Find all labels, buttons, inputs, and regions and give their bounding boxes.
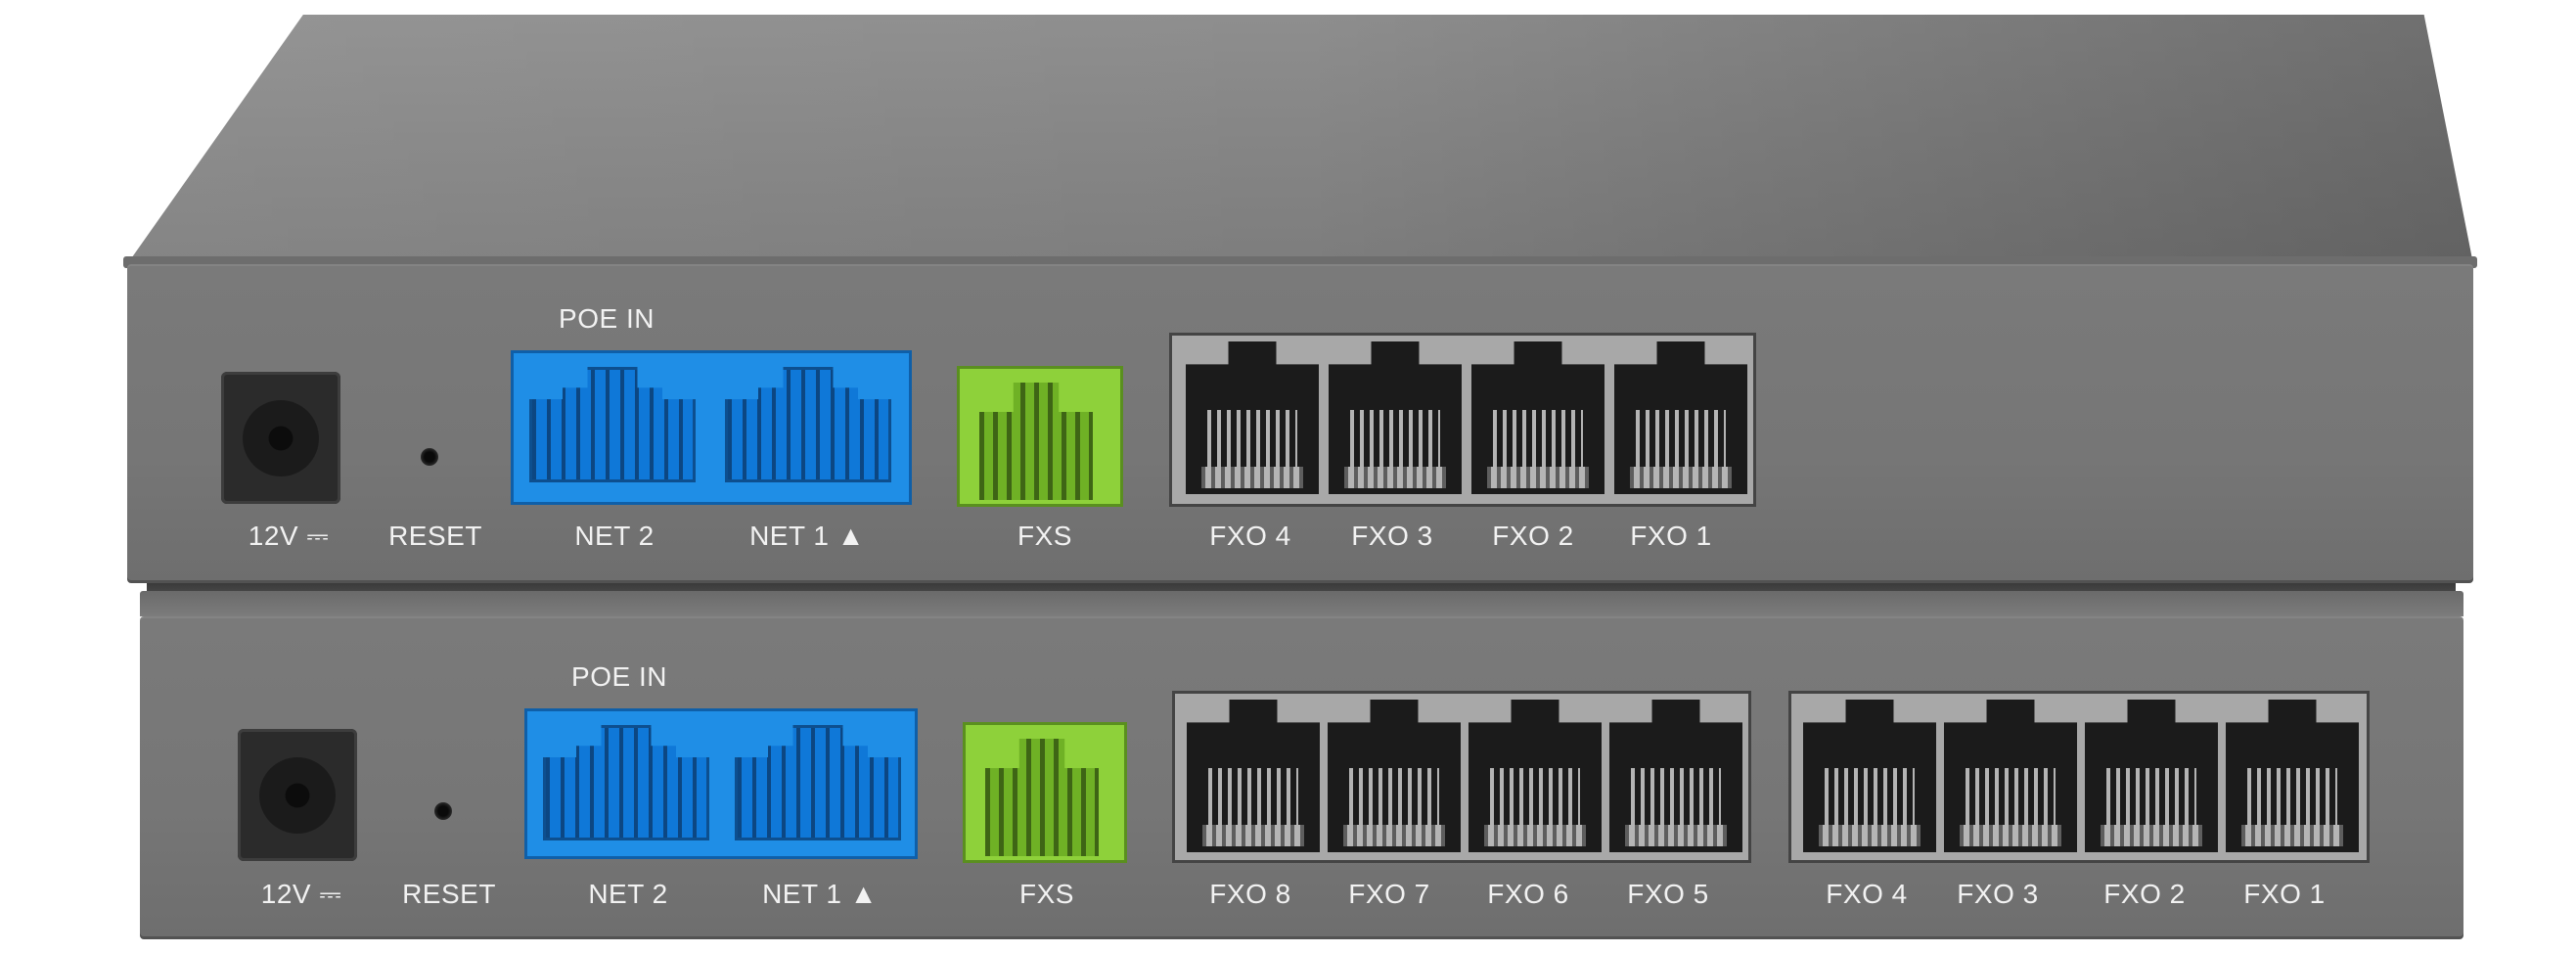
top-fxo2-port	[1471, 341, 1604, 494]
bottom-fxo6-port	[1469, 700, 1602, 852]
top-poe-label: POE IN	[559, 303, 655, 334]
bottom-lan-port-block	[524, 708, 918, 859]
top-net2-label: NET 2	[574, 521, 655, 551]
bottom-fxo3-port	[1944, 700, 2077, 852]
bottom-fxo6-label: FXO 6	[1487, 879, 1569, 909]
bottom-fxo2-label: FXO 2	[2103, 879, 2186, 909]
bottom-net2-label: NET 2	[588, 879, 668, 909]
top-fxo3-port	[1329, 341, 1462, 494]
bottom-net1-label: NET 1 ▲	[762, 879, 878, 909]
top-fxs-socket	[979, 383, 1093, 500]
top-reset-hole	[421, 448, 438, 466]
bottom-fxo2-port	[2085, 700, 2218, 852]
top-fxs-port	[957, 366, 1123, 507]
top-unit-lid	[127, 15, 2473, 264]
bottom-fxo-port-block-b	[1788, 691, 2370, 863]
bottom-reset-label: RESET	[402, 879, 496, 909]
bottom-reset-hole	[434, 802, 452, 820]
top-fxo4-label: FXO 4	[1209, 521, 1291, 551]
bottom-unit-lid	[140, 591, 2463, 616]
bottom-fxo4-label: FXO 4	[1826, 879, 1908, 909]
top-fxo3-label: FXO 3	[1351, 521, 1433, 551]
top-lan-port-block	[511, 350, 912, 505]
product-photo: 12V ⎓ RESET POE IN NET 2 NET 1 ▲ FXS FXO…	[0, 0, 2576, 953]
bottom-fxo5-label: FXO 5	[1627, 879, 1709, 909]
top-power-label: 12V ⎓	[248, 521, 330, 551]
bottom-fxo3-label: FXO 3	[1957, 879, 2039, 909]
top-fxo1-port	[1614, 341, 1747, 494]
top-dc-power-jack	[221, 372, 340, 504]
bottom-power-label: 12V ⎓	[260, 879, 342, 909]
bottom-net1-port	[735, 725, 901, 840]
bottom-fxo4-port	[1803, 700, 1936, 852]
bottom-fxo7-port	[1328, 700, 1461, 852]
top-fxo1-label: FXO 1	[1630, 521, 1712, 551]
top-net1-label: NET 1 ▲	[749, 521, 865, 551]
bottom-poe-label: POE IN	[571, 661, 667, 692]
bottom-fxo8-label: FXO 8	[1209, 879, 1291, 909]
top-fxo-port-block	[1169, 333, 1756, 507]
bottom-fxo8-port	[1187, 700, 1320, 852]
bottom-fxo5-port	[1609, 700, 1742, 852]
top-net2-port	[529, 367, 696, 482]
bottom-fxs-label: FXS	[1019, 879, 1074, 909]
top-net1-port	[725, 367, 891, 482]
bottom-fxs-socket	[985, 739, 1099, 856]
top-fxo4-port	[1186, 341, 1319, 494]
bottom-dc-power-jack	[238, 729, 357, 861]
top-reset-label: RESET	[388, 521, 482, 551]
bottom-fxo1-port	[2226, 700, 2359, 852]
bottom-net2-port	[543, 725, 709, 840]
top-fxo2-label: FXO 2	[1492, 521, 1574, 551]
bottom-fxo7-label: FXO 7	[1348, 879, 1430, 909]
bottom-fxo1-label: FXO 1	[2243, 879, 2326, 909]
bottom-fxs-port	[963, 722, 1127, 863]
top-fxs-label: FXS	[1017, 521, 1072, 551]
bottom-fxo-port-block-a	[1172, 691, 1751, 863]
